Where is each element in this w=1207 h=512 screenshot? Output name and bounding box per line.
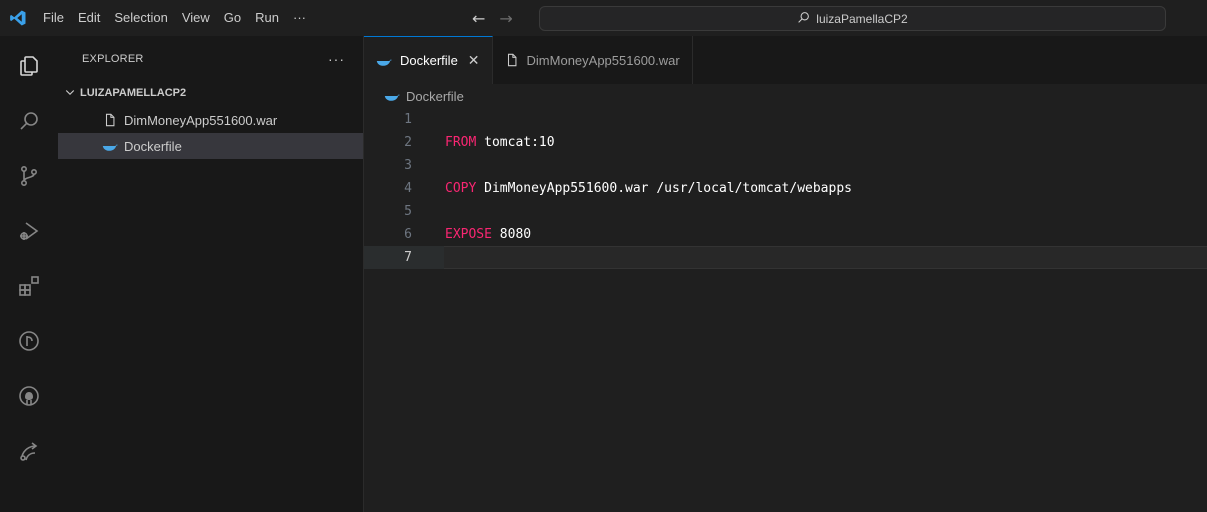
editor-area: Dockerfile ✕ DimMoneyApp551600.war Docke… bbox=[364, 36, 1207, 512]
code-text: FROM tomcat:10 bbox=[445, 135, 555, 150]
tab-war-file[interactable]: DimMoneyApp551600.war bbox=[493, 36, 693, 84]
menu-file[interactable]: File bbox=[36, 0, 71, 36]
menu-more[interactable]: ··· bbox=[286, 0, 313, 36]
title-bar: File Edit Selection View Go Run ··· ← → … bbox=[0, 0, 1207, 36]
search-icon[interactable] bbox=[0, 97, 58, 145]
search-label: luizaPamellaCP2 bbox=[816, 11, 908, 26]
github-icon[interactable] bbox=[0, 372, 58, 420]
line-number: 1 bbox=[404, 112, 412, 127]
file-item-label: Dockerfile bbox=[124, 138, 182, 154]
line-number: 3 bbox=[404, 158, 412, 173]
menu-edit[interactable]: Edit bbox=[71, 0, 107, 36]
explorer-title: EXPLORER bbox=[82, 53, 144, 65]
code-line[interactable]: 4 COPY DimMoneyApp551600.war /usr/local/… bbox=[364, 177, 1207, 200]
code-line[interactable]: 3 bbox=[364, 154, 1207, 177]
breadcrumb: Dockerfile bbox=[364, 84, 1207, 108]
source-control-icon[interactable] bbox=[0, 152, 58, 200]
code-line[interactable]: 1 bbox=[364, 108, 1207, 131]
argument: DimMoneyApp551600.war /usr/local/tomcat/… bbox=[476, 181, 852, 196]
menu-selection[interactable]: Selection bbox=[107, 0, 174, 36]
keyword: EXPOSE bbox=[445, 227, 492, 242]
tab-label: Dockerfile bbox=[400, 53, 458, 68]
command-center-search[interactable]: luizaPamellaCP2 bbox=[539, 6, 1166, 31]
menu-bar: File Edit Selection View Go Run ··· bbox=[36, 0, 313, 36]
search-icon bbox=[797, 11, 810, 27]
tab-dockerfile[interactable]: Dockerfile ✕ bbox=[364, 36, 493, 84]
run-debug-icon[interactable] bbox=[0, 207, 58, 255]
timeline-icon[interactable] bbox=[0, 317, 58, 365]
tab-label: DimMoneyApp551600.war bbox=[526, 52, 680, 68]
menu-run[interactable]: Run bbox=[248, 0, 286, 36]
code-editor[interactable]: 1 2 FROM tomcat:10 3 4 COPY DimMoneyApp5… bbox=[364, 108, 1207, 269]
code-line[interactable]: 6 EXPOSE 8080 bbox=[364, 223, 1207, 246]
code-line[interactable]: 5 bbox=[364, 200, 1207, 223]
docker-icon bbox=[376, 55, 392, 67]
more-actions-icon[interactable]: ··· bbox=[328, 51, 345, 67]
file-item-dockerfile[interactable]: Dockerfile bbox=[58, 133, 363, 159]
menu-go[interactable]: Go bbox=[217, 0, 248, 36]
explorer-header: EXPLORER ··· bbox=[58, 36, 363, 82]
navigation-arrows: ← → bbox=[472, 0, 513, 36]
folder-row[interactable]: LUIZAPAMELLACP2 bbox=[58, 82, 363, 104]
close-icon[interactable]: ✕ bbox=[468, 53, 480, 69]
activity-bar bbox=[0, 36, 58, 512]
editor-tabs: Dockerfile ✕ DimMoneyApp551600.war bbox=[364, 36, 1207, 84]
file-item-label: DimMoneyApp551600.war bbox=[124, 112, 278, 128]
extensions-icon[interactable] bbox=[0, 262, 58, 310]
argument: tomcat:10 bbox=[476, 135, 555, 150]
file-icon bbox=[505, 53, 519, 67]
line-number: 7 bbox=[404, 250, 412, 265]
argument: 8080 bbox=[491, 227, 532, 242]
back-arrow-icon[interactable]: ← bbox=[472, 9, 485, 28]
keyword: COPY bbox=[445, 181, 477, 196]
vscode-logo-icon[interactable] bbox=[0, 0, 36, 36]
line-number: 2 bbox=[404, 135, 412, 150]
line-number: 5 bbox=[404, 204, 412, 219]
code-line-current[interactable]: 7 bbox=[364, 246, 1207, 269]
line-number: 4 bbox=[404, 181, 412, 196]
folder-name: LUIZAPAMELLACP2 bbox=[80, 87, 187, 99]
docker-icon bbox=[384, 90, 400, 102]
docker-icon bbox=[102, 138, 118, 154]
explorer-sidebar: EXPLORER ··· LUIZAPAMELLACP2 DimMoneyApp… bbox=[58, 36, 364, 512]
code-line[interactable]: 2 FROM tomcat:10 bbox=[364, 131, 1207, 154]
forward-arrow-icon[interactable]: → bbox=[499, 9, 512, 28]
line-number: 6 bbox=[404, 227, 412, 242]
code-text: COPY DimMoneyApp551600.war /usr/local/to… bbox=[445, 181, 852, 196]
menu-view[interactable]: View bbox=[175, 0, 217, 36]
explorer-icon[interactable] bbox=[0, 42, 58, 90]
keyword: FROM bbox=[445, 135, 477, 150]
breadcrumb-item[interactable]: Dockerfile bbox=[406, 89, 464, 104]
chevron-down-icon bbox=[64, 86, 76, 101]
file-icon bbox=[102, 112, 118, 128]
file-item-war[interactable]: DimMoneyApp551600.war bbox=[58, 107, 363, 133]
remote-icon[interactable] bbox=[0, 427, 58, 475]
code-text: EXPOSE 8080 bbox=[445, 227, 531, 242]
